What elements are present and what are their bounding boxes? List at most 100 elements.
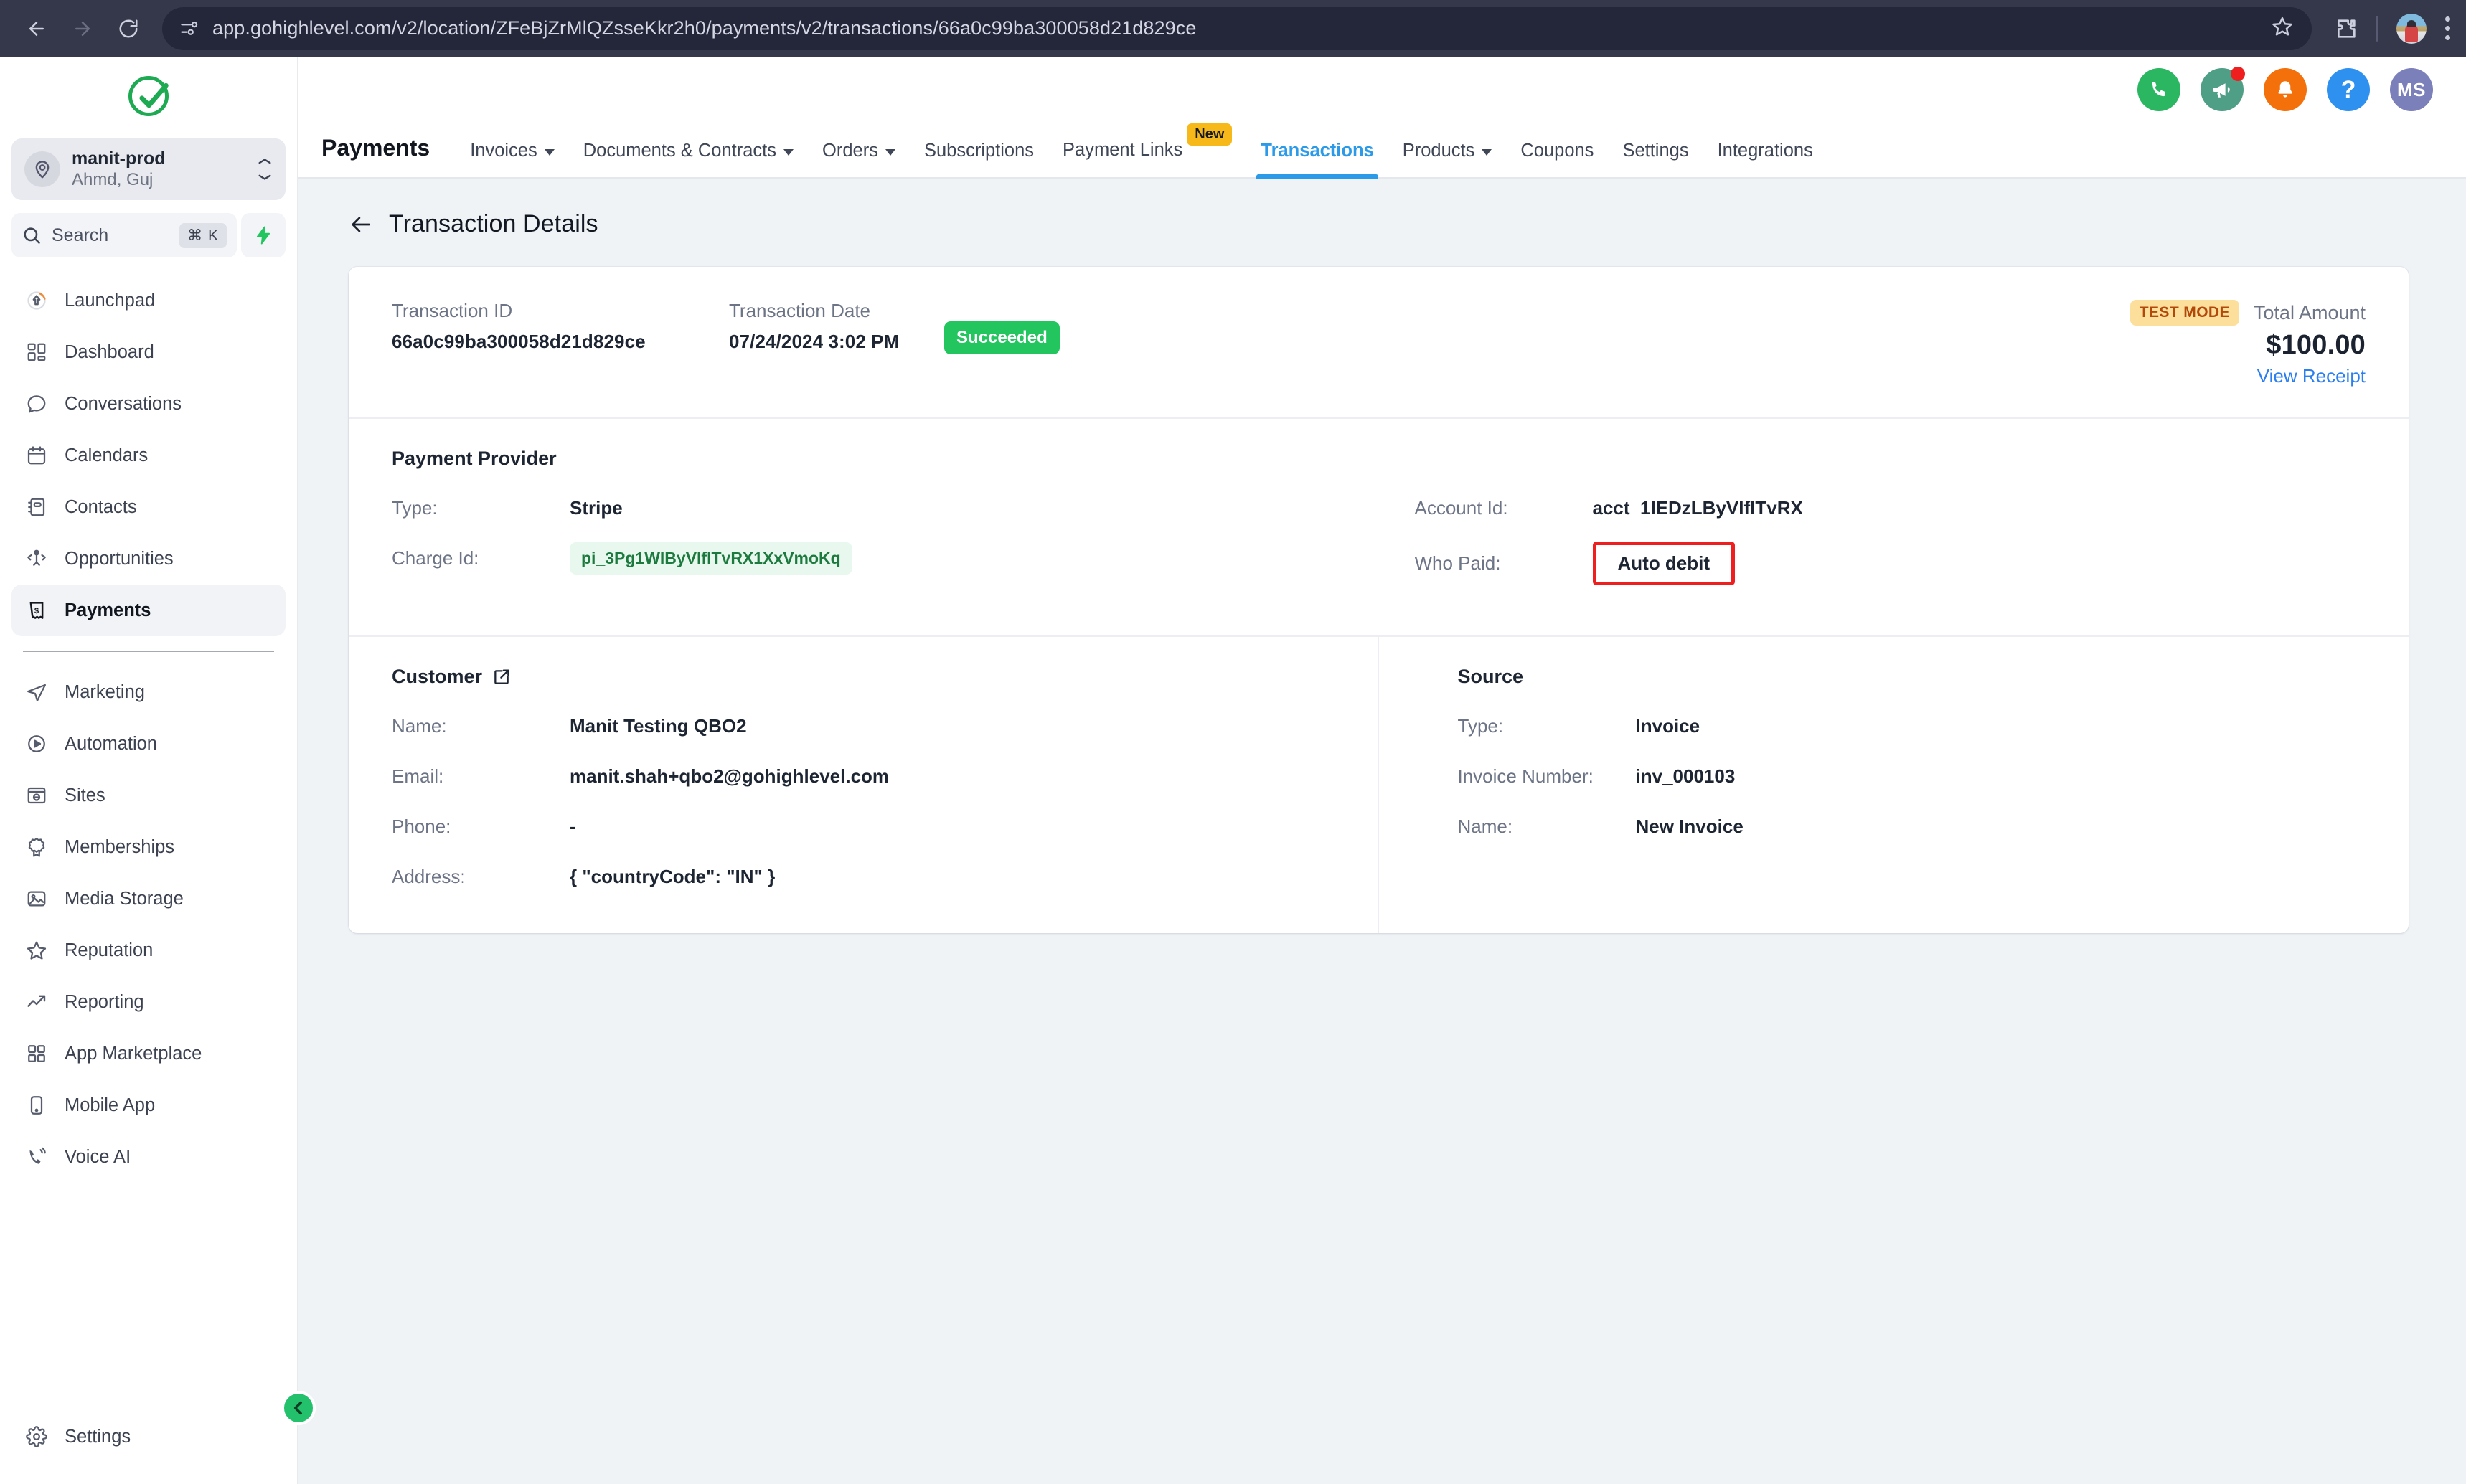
tab-payment-links[interactable]: Payment Links New: [1048, 139, 1246, 177]
sidebar-item-marketing[interactable]: Marketing: [11, 666, 286, 718]
test-mode-badge: TEST MODE: [2130, 300, 2239, 326]
tab-documents-contracts[interactable]: Documents & Contracts: [569, 141, 808, 177]
sidebar-item-launchpad[interactable]: Launchpad: [11, 275, 286, 326]
who-paid-value: Auto debit: [1618, 552, 1710, 574]
sidebar: manit-prod Ahmd, Guj Search ⌘ K: [0, 57, 298, 1484]
source-title: Source: [1458, 666, 2366, 688]
tab-products[interactable]: Products: [1388, 141, 1507, 177]
sidebar-item-label: Payments: [65, 600, 151, 621]
tab-subscriptions[interactable]: Subscriptions: [910, 141, 1048, 177]
tab-invoices[interactable]: Invoices: [456, 141, 569, 177]
sidebar-item-settings[interactable]: Settings: [11, 1411, 286, 1462]
search-shortcut: ⌘ K: [179, 223, 227, 248]
star-icon[interactable]: [2272, 16, 2297, 41]
notification-dot: [2231, 67, 2245, 81]
total-amount-label: Total Amount: [2254, 302, 2366, 324]
up-down-chevron-icon[interactable]: [257, 159, 273, 180]
user-avatar[interactable]: MS: [2390, 68, 2433, 111]
sidebar-item-payments[interactable]: $ Payments: [11, 585, 286, 636]
tab-coupons[interactable]: Coupons: [1506, 141, 1608, 177]
tab-label: Documents & Contracts: [583, 141, 776, 161]
reload-icon[interactable]: [108, 8, 149, 49]
sidebar-item-sites[interactable]: Sites: [11, 770, 286, 821]
paper-plane-icon: [24, 680, 49, 704]
tab-settings[interactable]: Settings: [1608, 141, 1703, 177]
location-sub: Ahmd, Guj: [72, 169, 245, 191]
source-invoice-number-link[interactable]: inv_000103: [1636, 765, 1736, 788]
tab-integrations[interactable]: Integrations: [1703, 141, 1827, 177]
sidebar-item-mobile-app[interactable]: Mobile App: [11, 1079, 286, 1131]
sidebar-nav: Launchpad Dashboard Conversations Calend…: [0, 275, 297, 1411]
chat-bubble-icon: [24, 392, 49, 416]
external-link-icon[interactable]: [492, 668, 511, 686]
mobile-phone-icon: [24, 1093, 49, 1117]
sidebar-item-reporting[interactable]: Reporting: [11, 976, 286, 1028]
notification-bell-icon[interactable]: [2264, 68, 2307, 111]
customer-section: Customer Name: Manit Testing QBO2 Email: [349, 637, 1379, 933]
view-receipt-link[interactable]: View Receipt: [2257, 365, 2366, 387]
sidebar-item-label: Reporting: [65, 992, 144, 1013]
site-settings-icon[interactable]: [179, 19, 199, 39]
forward-arrow-icon[interactable]: [62, 8, 103, 49]
sidebar-item-media-storage[interactable]: Media Storage: [11, 873, 286, 925]
puzzle-piece-icon[interactable]: [2335, 17, 2358, 40]
customer-name-row: Name: Manit Testing QBO2: [392, 709, 1335, 742]
source-name-value: New Invoice: [1636, 816, 1743, 838]
transaction-summary: Transaction ID 66a0c99ba300058d21d829ce …: [349, 267, 2409, 417]
three-dot-menu-icon[interactable]: [2445, 16, 2450, 40]
sidebar-item-opportunities[interactable]: Opportunities: [11, 533, 286, 585]
back-arrow-icon[interactable]: [349, 212, 373, 237]
transaction-id-value: 66a0c99ba300058d21d829ce: [392, 331, 729, 353]
chevron-left-icon: [289, 1399, 308, 1417]
help-icon[interactable]: ?: [2327, 68, 2370, 111]
source-invoice-number-row: Invoice Number: inv_000103: [1458, 760, 2366, 793]
sidebar-item-voice-ai[interactable]: Voice AI: [11, 1131, 286, 1183]
account-id-value: acct_1IEDzLByVIfITvRX: [1593, 497, 1803, 519]
source-name-row: Name: New Invoice: [1458, 810, 2366, 843]
search-input[interactable]: Search ⌘ K: [11, 213, 237, 257]
sidebar-item-memberships[interactable]: Memberships: [11, 821, 286, 873]
svg-text:$: $: [34, 607, 39, 615]
page-title: Transaction Details: [389, 210, 598, 238]
tab-label: Invoices: [470, 141, 537, 161]
calendar-icon: [24, 443, 49, 468]
app-logo[interactable]: [0, 57, 297, 136]
source-type-row: Type: Invoice: [1458, 709, 2366, 742]
sidebar-item-label: Calendars: [65, 445, 148, 466]
sidebar-item-conversations[interactable]: Conversations: [11, 378, 286, 430]
who-paid-label: Who Paid:: [1415, 552, 1593, 575]
customer-title: Customer: [392, 666, 482, 688]
sidebar-item-dashboard[interactable]: Dashboard: [11, 326, 286, 378]
sidebar-collapse-button[interactable]: [281, 1391, 316, 1425]
sidebar-item-contacts[interactable]: Contacts: [11, 481, 286, 533]
tab-orders[interactable]: Orders: [808, 141, 910, 177]
charge-id-value: pi_3Pg1WIByVIfITvRX1XxVmoKq: [570, 542, 852, 575]
tab-label: Coupons: [1520, 141, 1594, 161]
payment-provider-title: Payment Provider: [392, 448, 1379, 470]
sidebar-item-reputation[interactable]: Reputation: [11, 925, 286, 976]
sidebar-item-calendars[interactable]: Calendars: [11, 430, 286, 481]
tab-label: Payment Links: [1063, 140, 1182, 161]
sidebar-item-app-marketplace[interactable]: App Marketplace: [11, 1028, 286, 1079]
provider-type-label: Type:: [392, 497, 570, 519]
chevron-down-icon: [783, 149, 794, 156]
transaction-details-card: Transaction ID 66a0c99ba300058d21d829ce …: [349, 267, 2409, 933]
account-id-row: Account Id: acct_1IEDzLByVIfITvRX: [1415, 491, 2366, 524]
address-bar[interactable]: app.gohighlevel.com/v2/location/ZFeBjZrM…: [162, 7, 2312, 50]
trend-up-icon: [24, 990, 49, 1014]
back-arrow-icon[interactable]: [16, 8, 57, 49]
customer-email-row: Email: manit.shah+qbo2@gohighlevel.com: [392, 760, 1335, 793]
location-switcher[interactable]: manit-prod Ahmd, Guj: [11, 138, 286, 200]
sidebar-item-label: Dashboard: [65, 342, 154, 363]
tab-transactions[interactable]: Transactions: [1246, 141, 1388, 177]
payments-nav-tabs: Payments Invoices Documents & Contracts …: [298, 117, 2466, 179]
megaphone-icon[interactable]: [2201, 68, 2244, 111]
browser-actions: [2316, 14, 2450, 44]
page-header: Transaction Details: [349, 210, 2437, 238]
profile-avatar[interactable]: [2396, 14, 2427, 44]
sidebar-item-automation[interactable]: Automation: [11, 718, 286, 770]
phone-icon[interactable]: [2137, 68, 2180, 111]
lightning-bolt-icon[interactable]: [241, 213, 286, 257]
sidebar-item-label: Reputation: [65, 940, 153, 961]
who-paid-highlight: Auto debit: [1593, 542, 1736, 585]
